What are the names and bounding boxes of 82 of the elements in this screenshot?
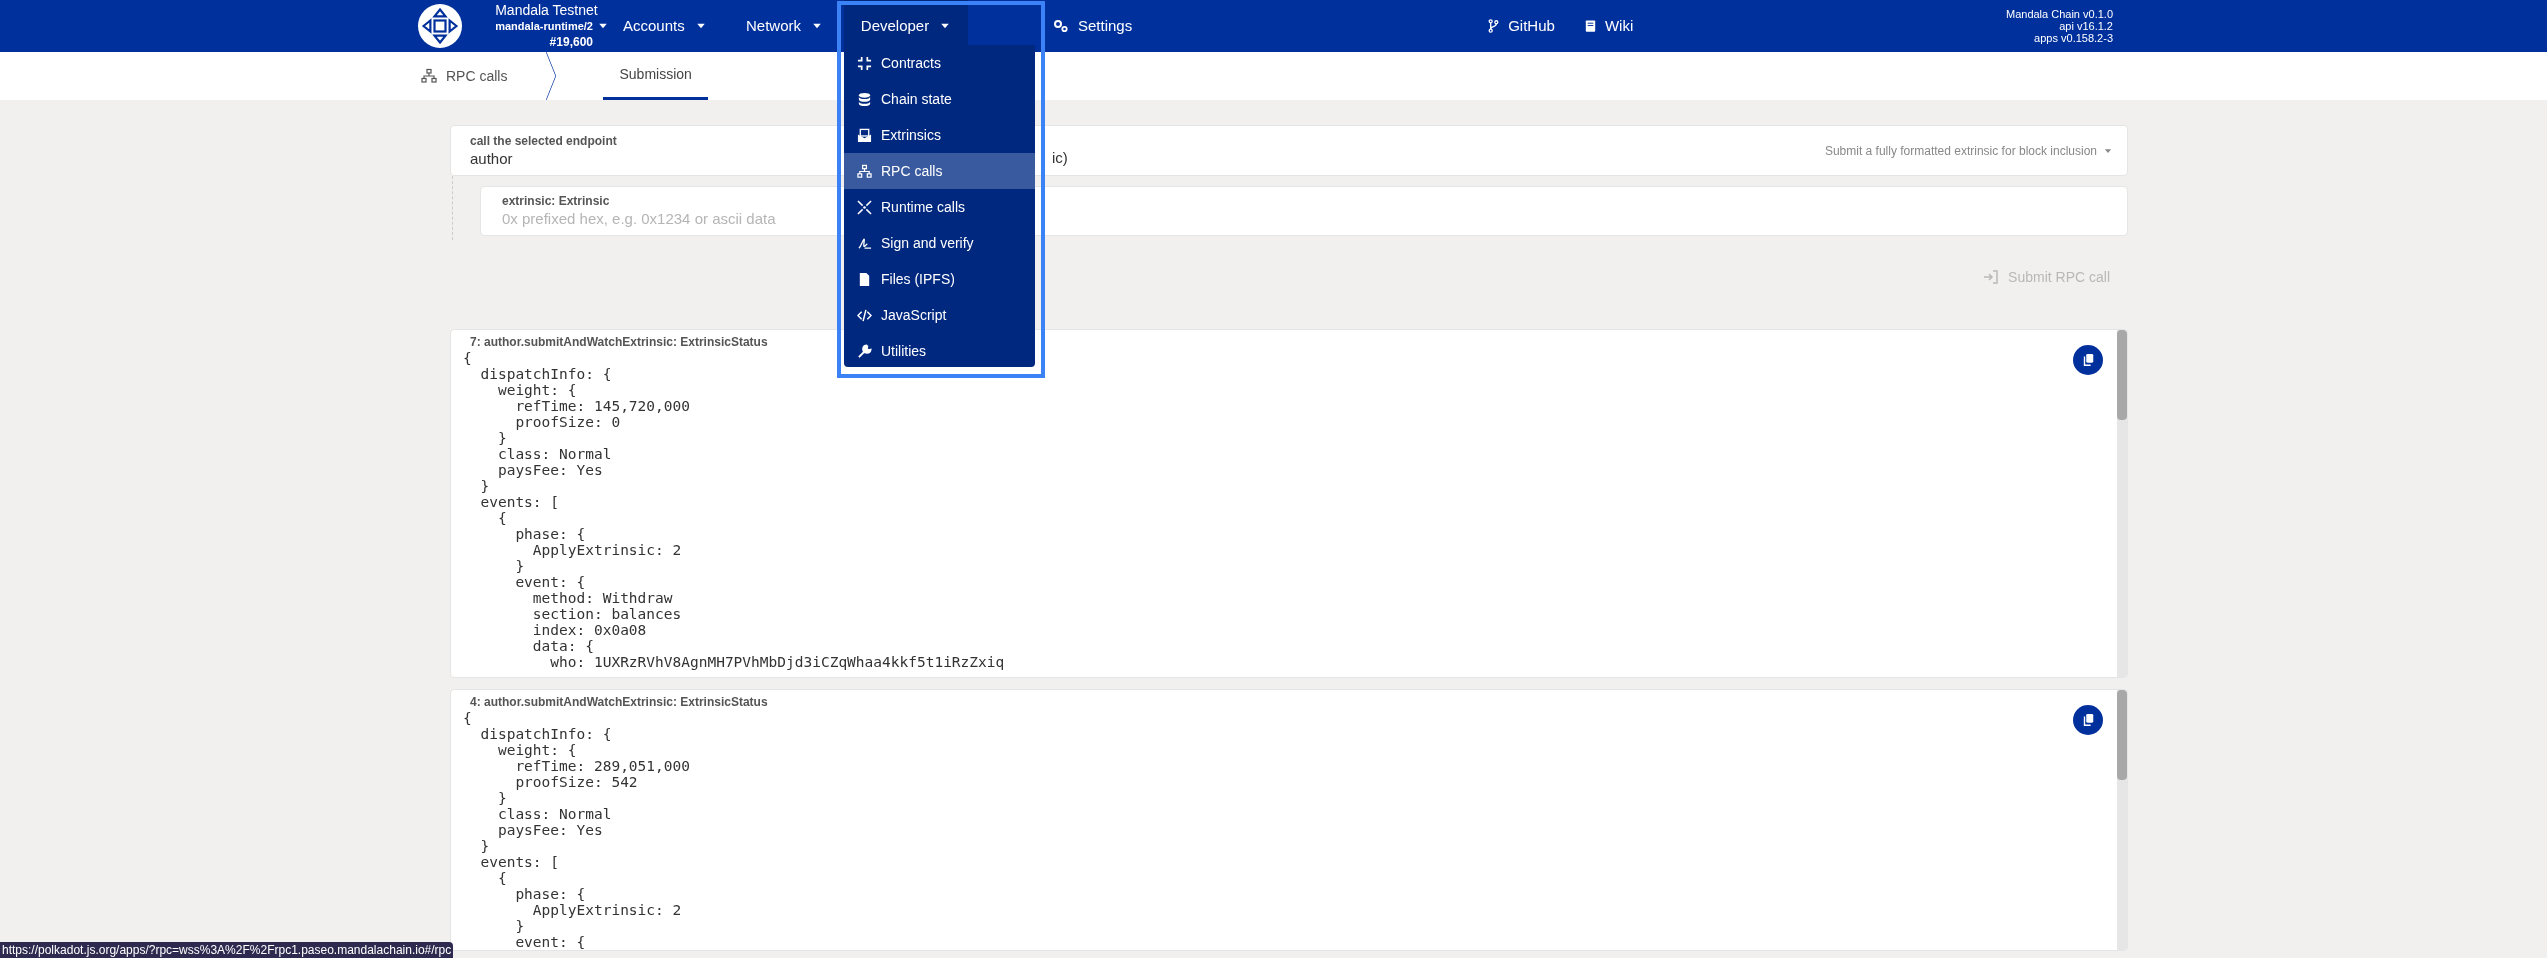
arrows-inward-icon bbox=[857, 199, 872, 215]
code-line: proofSize: 0 bbox=[514, 414, 621, 430]
copy-button[interactable] bbox=[2073, 345, 2103, 375]
code-line: proofSize: 542 bbox=[514, 774, 638, 790]
menu-item[interactable]: Runtime calls bbox=[844, 189, 1035, 225]
method-value: ic) bbox=[1052, 148, 1068, 169]
field-label: extrinsic: Extrinsic bbox=[502, 193, 610, 209]
field-label: call the selected endpoint bbox=[470, 132, 617, 149]
nav-link[interactable]: Settings bbox=[1048, 0, 1137, 52]
code-line: paysFee: Yes bbox=[496, 822, 603, 838]
compress-icon bbox=[857, 55, 872, 71]
menu-item[interactable]: Utilities bbox=[844, 333, 1035, 369]
code-line: { bbox=[463, 710, 472, 726]
code-line: data: { bbox=[531, 638, 594, 654]
nav-link[interactable]: Wiki bbox=[1582, 14, 1634, 38]
version-text: Mandala Chain v0.1.0 bbox=[2006, 8, 2113, 20]
code-line: dispatchInfo: { bbox=[479, 726, 612, 742]
input-field[interactable]: 0x prefixed hex, e.g. 0x1234 or ascii data bbox=[502, 209, 802, 229]
code-line: phase: { bbox=[514, 526, 586, 542]
code-line: section: balances bbox=[531, 606, 682, 622]
code-line: { bbox=[496, 870, 507, 886]
code-line: refTime: 289,051,000 bbox=[514, 758, 690, 774]
code-line: weight: { bbox=[496, 382, 577, 398]
code-line: events: [ bbox=[479, 494, 560, 510]
code-line: { bbox=[496, 510, 507, 526]
file-icon bbox=[857, 271, 872, 287]
code-line: events: [ bbox=[479, 854, 560, 870]
copy-icon bbox=[2081, 713, 2095, 727]
code-line: phase: { bbox=[514, 886, 586, 902]
code-line: ApplyExtrinsic: 2 bbox=[531, 542, 682, 558]
code-line: dispatchInfo: { bbox=[479, 366, 612, 382]
network-icon bbox=[857, 163, 872, 179]
runtime-version[interactable]: mandala-runtime/2 bbox=[495, 18, 593, 34]
menu-item[interactable]: JavaScript bbox=[844, 297, 1035, 333]
code-line: ApplyExtrinsic: 2 bbox=[531, 902, 682, 918]
logo-icon bbox=[418, 4, 462, 48]
copy-button[interactable] bbox=[2073, 705, 2103, 735]
scrollbar[interactable] bbox=[2117, 330, 2127, 677]
code-line: } bbox=[496, 430, 507, 446]
result-title: 7: author.submitAndWatchExtrinsic: ExtrinsicStatus bbox=[469, 334, 768, 350]
database-icon bbox=[857, 91, 872, 107]
code-line: index: 0x0a08 bbox=[531, 622, 647, 638]
menu-item[interactable]: RPC calls bbox=[844, 153, 1035, 189]
scrollbar[interactable] bbox=[2117, 690, 2127, 950]
copy-icon bbox=[2081, 353, 2095, 367]
wrench-icon bbox=[857, 343, 872, 359]
menu-item[interactable]: Chain state bbox=[844, 81, 1035, 117]
code-line: } bbox=[514, 918, 525, 934]
submission-tab[interactable]: Submission bbox=[603, 52, 708, 100]
code-line: method: Withdraw bbox=[531, 590, 673, 606]
code-line: } bbox=[479, 478, 490, 494]
block-number: #19,600 bbox=[549, 34, 593, 50]
chain-name: Mandala Testnet bbox=[495, 2, 598, 18]
code-line: class: Normal bbox=[496, 446, 612, 462]
version-text: api v16.1.2 bbox=[2059, 20, 2113, 32]
gears-icon bbox=[1052, 18, 1070, 34]
section-title: RPC calls bbox=[446, 66, 508, 86]
code-line: refTime: 145,720,000 bbox=[514, 398, 690, 414]
version-text: apps v0.158.2-3 bbox=[2034, 32, 2113, 44]
envelope-icon bbox=[857, 127, 872, 143]
menu-item[interactable]: Files (IPFS) bbox=[844, 261, 1035, 297]
code-line: who: 1UXRzRVhV8AgnMH7PVhMbDjd3iCZqWhaa4kkf5t1iRzZxiq bbox=[549, 654, 1005, 670]
code-line: } bbox=[496, 790, 507, 806]
nav-menu-button[interactable]: Network bbox=[746, 0, 844, 52]
menu-item[interactable]: Sign and verify bbox=[844, 225, 1035, 261]
method-description: Submit a fully formatted extrinsic for block inclusion bbox=[1824, 142, 2097, 160]
code-line: } bbox=[514, 558, 525, 574]
code-line: event: { bbox=[514, 934, 586, 950]
nav-menu-button[interactable]: Accounts bbox=[623, 0, 746, 52]
code-line: } bbox=[479, 838, 490, 854]
code-line: event: { bbox=[514, 574, 586, 590]
code-line: class: Normal bbox=[496, 806, 612, 822]
sign-in-icon bbox=[1983, 269, 2000, 285]
module-value: author bbox=[470, 148, 513, 169]
network-icon bbox=[420, 68, 438, 84]
code-line: paysFee: Yes bbox=[496, 462, 603, 478]
code-line: { bbox=[463, 350, 472, 366]
nav-link[interactable]: GitHub bbox=[1486, 14, 1555, 38]
result-title: 4: author.submitAndWatchExtrinsic: ExtrinsicStatus bbox=[469, 694, 768, 710]
code-line: weight: { bbox=[496, 742, 577, 758]
code-icon bbox=[857, 307, 872, 323]
status-url: https://polkadot.js.org/apps/?rpc=wss%3A%2F%2Frpc1.paseo.mandalachain.io#/rpc bbox=[0, 942, 454, 958]
